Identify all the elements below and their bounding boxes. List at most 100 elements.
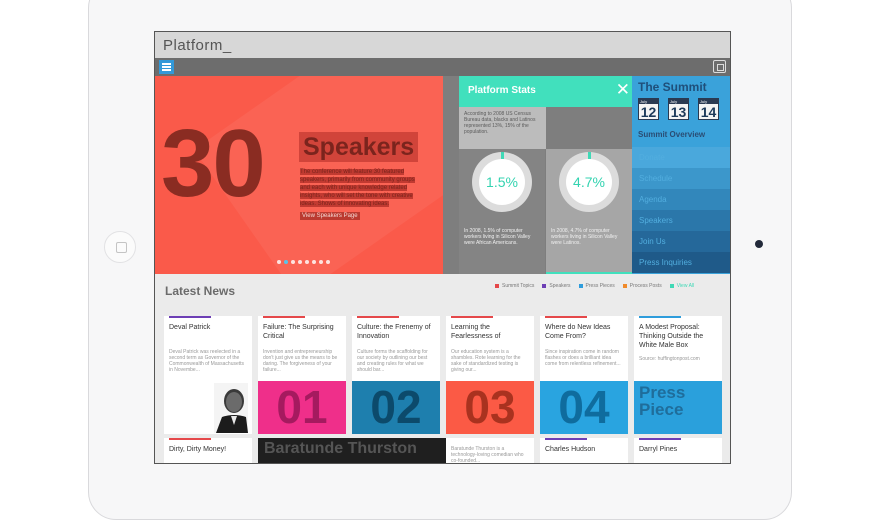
legend-label: Speakers xyxy=(549,283,571,289)
press-piece-label: Press Piece xyxy=(639,383,686,419)
press-piece-block: Press Piece xyxy=(634,381,722,434)
carousel-dot[interactable] xyxy=(298,260,302,264)
hero-speakers-panel: 30 Speakers The conference will feature … xyxy=(155,76,443,274)
news-card[interactable]: Learning the Fearlessness of Our educati… xyxy=(446,316,534,434)
summit-link-press-inquiries[interactable]: Press Inquiries xyxy=(632,252,730,273)
app-screen: Platform_ 30 Speakers The conference wil… xyxy=(154,31,731,464)
summit-link-agenda[interactable]: Agenda xyxy=(632,189,730,210)
carousel-dot[interactable] xyxy=(312,260,316,264)
legend-label: Press Pieces xyxy=(585,283,615,289)
summit-link-donate[interactable]: Donate xyxy=(632,147,730,168)
filter-summit-topics[interactable]: Summit Topics xyxy=(495,283,534,289)
card-excerpt: Source: huffingtonpost.com xyxy=(639,356,700,362)
news-card[interactable]: Darryl Pines xyxy=(634,438,722,463)
close-icon[interactable]: ✕ xyxy=(616,81,630,98)
card-excerpt: Since inspiration come in random flashes… xyxy=(545,349,621,367)
calendar-day: July 13 xyxy=(668,98,689,120)
news-card[interactable]: Failure: The Surprising Critical Inventi… xyxy=(258,316,346,434)
filter-view-all[interactable]: View All xyxy=(669,283,695,289)
news-card[interactable]: Dirty, Dirty Money! xyxy=(164,438,252,463)
card-excerpt: Baratunde Thurston is a technology-lovin… xyxy=(451,446,524,464)
card-excerpt: Deval Patrick was reelected in a second … xyxy=(169,349,245,373)
card-category-bar xyxy=(639,438,681,440)
card-number: 02 xyxy=(370,381,422,433)
carousel-dot[interactable] xyxy=(326,260,330,264)
menu-icon[interactable] xyxy=(159,60,174,74)
carousel-dot[interactable] xyxy=(284,260,288,264)
brand-logo[interactable]: Platform_ xyxy=(163,37,232,54)
summit-link-speakers[interactable]: Speakers xyxy=(632,210,730,231)
hero-description: The conference will feature 30 featured … xyxy=(300,168,426,208)
news-card[interactable]: Culture: the Frenemy of Innovation Cultu… xyxy=(352,316,440,434)
legend-label: Summit Topics xyxy=(502,283,535,289)
card-excerpt: Culture forms the scaffolding for our so… xyxy=(357,349,428,373)
news-card[interactable]: Charles Hudson xyxy=(540,438,628,463)
home-button[interactable] xyxy=(104,231,136,263)
latest-news-section: Latest News Summit Topics Speakers Press… xyxy=(155,274,730,464)
card-category-bar xyxy=(357,316,399,318)
hero-number: 30 xyxy=(161,110,266,217)
card-title: A Modest Proposal: Thinking Outside the … xyxy=(639,324,704,349)
card-category-bar xyxy=(545,316,587,318)
stat-card: 4.7% In 2008, 4.7% of computer workers l… xyxy=(546,149,632,274)
legend-swatch xyxy=(542,284,547,288)
card-title: Deval Patrick xyxy=(169,324,211,331)
card-title: Darryl Pines xyxy=(639,446,678,453)
news-filter-legend: Summit Topics Speakers Press Pieces Proc… xyxy=(495,283,694,289)
card-excerpt: Invention and entrepreneurship don't jus… xyxy=(263,349,338,373)
card-excerpt: Our education system is a shambles. Rote… xyxy=(451,349,521,373)
calendar-day: July 14 xyxy=(698,98,719,120)
stat-ring: 4.7% xyxy=(559,152,619,212)
card-title: Culture: the Frenemy of Innovation xyxy=(357,324,431,340)
carousel-dots xyxy=(277,260,330,264)
platform-stats-panel: Platform Stats ✕ According to 2008 US Ce… xyxy=(443,76,632,274)
card-number-block: 03 xyxy=(446,381,534,434)
card-image xyxy=(164,381,252,434)
stat-caption: In 2008, 4.7% of computer workers living… xyxy=(551,228,618,246)
card-category-bar xyxy=(451,316,493,318)
card-number-block: 04 xyxy=(540,381,628,434)
title-bar: Platform_ xyxy=(155,32,730,58)
banner-text: Baratunde Thurston xyxy=(264,440,417,457)
summit-overview-link[interactable]: Summit Overview xyxy=(638,130,705,139)
calendar-date: 13 xyxy=(670,104,687,120)
news-card-image-banner[interactable]: Baratunde Thurston xyxy=(258,438,446,463)
stat-value: 1.5% xyxy=(479,159,525,205)
carousel-dot[interactable] xyxy=(319,260,323,264)
summit-link-schedule[interactable]: Schedule xyxy=(632,168,730,189)
camera-dot xyxy=(755,240,763,248)
news-card[interactable]: Baratunde Thurston is a technology-lovin… xyxy=(446,438,534,464)
carousel-dot[interactable] xyxy=(277,260,281,264)
share-icon[interactable] xyxy=(713,60,726,73)
summit-title: The Summit xyxy=(638,80,707,94)
news-title: Latest News xyxy=(165,284,236,298)
card-category-bar xyxy=(169,438,211,440)
news-card[interactable]: Deval Patrick Deval Patrick was reelecte… xyxy=(164,316,252,434)
calendar-day: July 12 xyxy=(638,98,659,120)
legend-swatch xyxy=(495,284,499,288)
news-card[interactable]: A Modest Proposal: Thinking Outside the … xyxy=(634,316,722,434)
filter-press-pieces[interactable]: Press Pieces xyxy=(578,283,615,289)
portrait-photo xyxy=(214,383,248,433)
summit-link-join-us[interactable]: Join Us xyxy=(632,231,730,252)
stat-card: 1.5% In 2008, 1.5% of computer workers l… xyxy=(459,149,545,274)
view-speakers-link[interactable]: View Speakers Page xyxy=(300,212,360,220)
filter-speakers[interactable]: Speakers xyxy=(542,283,571,289)
filter-process-posts[interactable]: Process Posts xyxy=(622,283,662,289)
card-number-block: 02 xyxy=(352,381,440,434)
stat-caption: In 2008, 1.5% of computer workers living… xyxy=(464,228,531,246)
stats-title: Platform Stats xyxy=(468,85,536,96)
news-card[interactable]: Where do New Ideas Come From? Since insp… xyxy=(540,316,628,434)
legend-label: Process Posts xyxy=(629,283,662,289)
stat-value: 4.7% xyxy=(566,159,612,205)
carousel-dot[interactable] xyxy=(305,260,309,264)
card-category-bar xyxy=(263,316,305,318)
card-title: Learning the Fearlessness of xyxy=(451,324,501,340)
legend-label: View All xyxy=(676,283,695,289)
hero-title: Speakers xyxy=(299,132,419,162)
nav-bar xyxy=(155,58,730,76)
card-number: 01 xyxy=(276,381,328,433)
stat-ring: 1.5% xyxy=(472,152,532,212)
calendar-date: 12 xyxy=(640,104,657,120)
carousel-dot[interactable] xyxy=(291,260,295,264)
